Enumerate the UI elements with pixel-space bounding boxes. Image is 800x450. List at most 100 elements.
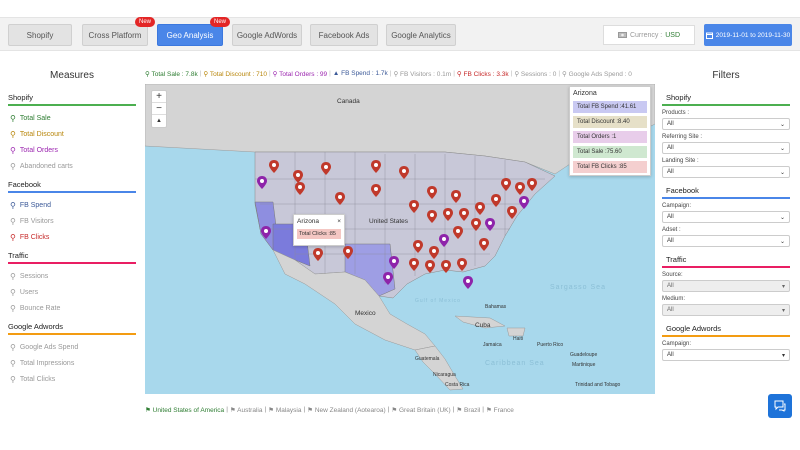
country-new-zealand[interactable]: ⚑ New Zealand (Aotearoa) <box>307 406 385 414</box>
tab-geo-analysis[interactable]: Geo Analysis New <box>157 17 230 46</box>
tab-facebook-ads[interactable]: Facebook Ads <box>310 24 378 46</box>
map-pin-icon: ⚲ <box>10 358 16 368</box>
currency-label: Currency : <box>629 31 663 39</box>
map-marker-icon[interactable] <box>335 192 345 205</box>
flag-icon: ⚑ <box>268 407 274 414</box>
map-marker-icon[interactable] <box>313 248 323 261</box>
measure-users[interactable]: ⚲ Users <box>8 284 136 300</box>
map-marker-icon[interactable] <box>457 258 467 271</box>
map-marker-icon[interactable] <box>371 160 381 173</box>
country-malaysia[interactable]: ⚑ Malaysia <box>268 406 301 414</box>
map-marker-icon[interactable] <box>475 202 485 215</box>
measure-google-ads-spend[interactable]: ⚲ Google Ads Spend <box>8 339 136 355</box>
adset-select[interactable]: All ⌄ <box>662 235 790 247</box>
map-marker-icon[interactable] <box>427 210 437 223</box>
map-marker-icon[interactable] <box>485 218 495 231</box>
adwords-campaign-select[interactable]: All ▾ <box>662 349 790 361</box>
map-marker-icon[interactable] <box>409 258 419 271</box>
map-marker-icon[interactable] <box>459 208 469 221</box>
measure-total-impressions[interactable]: ⚲ Total Impressions <box>8 355 136 371</box>
map-marker-icon[interactable] <box>425 260 435 273</box>
map-marker-icon[interactable] <box>343 246 353 259</box>
zoom-out-button[interactable]: − <box>152 103 166 115</box>
map-marker-icon[interactable] <box>399 166 409 179</box>
map-marker-icon[interactable] <box>427 186 437 199</box>
medium-select[interactable]: All ▾ <box>662 304 790 316</box>
map-marker-icon[interactable] <box>295 182 305 195</box>
map-marker-icon[interactable] <box>439 234 449 247</box>
fb-campaign-select[interactable]: All ⌄ <box>662 211 790 223</box>
map-marker-icon[interactable] <box>257 176 267 189</box>
filter-label-medium: Medium: <box>662 296 686 302</box>
map-marker-icon[interactable] <box>515 182 525 195</box>
country-australia[interactable]: ⚑ Australia <box>230 406 263 414</box>
products-select[interactable]: All ⌄ <box>662 118 790 130</box>
map-marker-icon[interactable] <box>527 178 537 191</box>
map-marker-icon[interactable] <box>471 218 481 231</box>
map-marker-icon[interactable] <box>507 206 517 219</box>
measure-total-discount[interactable]: ⚲ Total Discount <box>8 126 136 142</box>
close-icon[interactable]: × <box>337 218 341 225</box>
map-marker-icon[interactable] <box>321 162 331 175</box>
measure-fb-spend[interactable]: ⚲ FB Spend <box>8 197 136 213</box>
referring-site-select[interactable]: All ⌄ <box>662 142 790 154</box>
map-marker-icon[interactable] <box>491 194 501 207</box>
tab-google-adwords[interactable]: Google AdWords <box>232 24 302 46</box>
tab-google-analytics[interactable]: Google Analytics <box>386 24 456 46</box>
measure-bounce-rate[interactable]: ⚲ Bounce Rate <box>8 300 136 316</box>
measure-total-orders[interactable]: ⚲ Total Orders <box>8 142 136 158</box>
map-marker-icon[interactable] <box>429 246 439 259</box>
map-marker-icon[interactable] <box>451 190 461 203</box>
source-select[interactable]: All ▾ <box>662 280 790 292</box>
map-pin-icon: ⚲ <box>10 113 16 123</box>
map-marker-icon[interactable] <box>443 208 453 221</box>
measure-sessions[interactable]: ⚲ Sessions <box>8 268 136 284</box>
date-range-picker[interactable]: 2019-11-01 to 2019-11-30 <box>704 24 792 46</box>
map-marker-icon[interactable] <box>383 272 393 285</box>
filters-group-facebook: Facebook <box>666 186 699 195</box>
landing-site-select[interactable]: All ⌄ <box>662 166 790 178</box>
country-great-britain[interactable]: ⚑ Great Britain (UK) <box>391 406 450 414</box>
country-brazil[interactable]: ⚑ Brazil <box>456 406 480 414</box>
locate-button[interactable]: ▲ <box>152 115 166 127</box>
filter-label-source: Source: <box>662 272 683 278</box>
map-marker-icon[interactable] <box>453 226 463 239</box>
divider <box>662 104 790 106</box>
map-marker-icon[interactable] <box>413 240 423 253</box>
map-pin-icon: ⚲ <box>10 145 16 155</box>
filter-label-adwords-campaign: Campaign: <box>662 341 692 347</box>
map-marker-icon[interactable] <box>519 196 529 209</box>
filters-panel: Filters Shopify Products : All ⌄ Referrin… <box>662 70 790 361</box>
measure-total-sale[interactable]: ⚲ Total Sale <box>8 110 136 126</box>
currency-selector[interactable]: Currency : USD <box>603 25 695 45</box>
map-marker-icon[interactable] <box>463 276 473 289</box>
measures-group-google-adwords: Google Adwords <box>8 322 64 331</box>
chat-button[interactable] <box>768 394 792 418</box>
map-marker-icon[interactable] <box>261 226 271 239</box>
tab-shopify[interactable]: Shopify <box>8 24 72 46</box>
geo-map[interactable]: + − ▲ Canada United States Mexico Cuba J… <box>145 84 655 394</box>
measure-abandoned-carts[interactable]: ⚲ Abandoned carts <box>8 158 136 174</box>
country-france[interactable]: ⚑ France <box>486 406 514 414</box>
info-row-fb-clicks: Total FB Clicks :85 <box>573 161 647 173</box>
map-pin-icon: ⚲ <box>10 287 16 297</box>
map-marker-icon[interactable] <box>409 200 419 213</box>
tab-cross-platform[interactable]: Cross Platform New <box>82 17 155 46</box>
measure-total-clicks[interactable]: ⚲ Total Clicks <box>8 371 136 387</box>
map-marker-icon[interactable] <box>441 260 451 273</box>
stat-fb-clicks: ⚲ FB Clicks : 3.3k <box>456 71 509 78</box>
map-marker-icon[interactable] <box>371 184 381 197</box>
country-usa[interactable]: ⚑ United States of America <box>145 406 224 414</box>
map-label-mexico: Mexico <box>355 310 376 317</box>
map-marker-icon[interactable] <box>501 178 511 191</box>
map-marker-icon[interactable] <box>389 256 399 269</box>
filter-label-fb-campaign: Campaign: <box>662 203 692 209</box>
stat-total-discount: ⚲ Total Discount : 710 <box>203 71 267 78</box>
measure-fb-visitors[interactable]: ⚲ FB Visitors <box>8 213 136 229</box>
map-marker-icon[interactable] <box>479 238 489 251</box>
stat-total-sale: ⚲ Total Sale : 7.8k <box>145 71 198 78</box>
zoom-in-button[interactable]: + <box>152 91 166 103</box>
measure-fb-clicks[interactable]: ⚲ FB Clicks <box>8 229 136 245</box>
flag-icon: ⚑ <box>391 407 398 414</box>
map-marker-icon[interactable] <box>269 160 279 173</box>
